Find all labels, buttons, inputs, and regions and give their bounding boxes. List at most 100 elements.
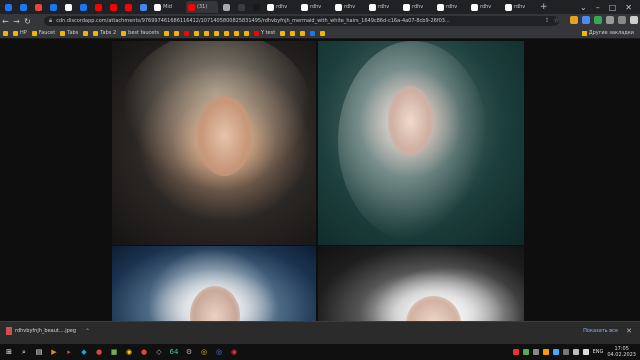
browser-tab[interactable] — [235, 1, 248, 13]
chevron-up-icon[interactable]: ⌃ — [85, 328, 90, 335]
browser-tab[interactable] — [92, 1, 105, 13]
generated-image-2[interactable] — [318, 41, 524, 245]
url-text[interactable]: cdn.discordapp.com/attachments/976997461… — [56, 18, 536, 24]
bookmark-item[interactable] — [233, 30, 239, 36]
bookmark-item[interactable] — [83, 30, 89, 36]
reload-button[interactable]: ↻ — [22, 17, 33, 26]
browser-tab[interactable] — [220, 1, 233, 13]
bookmark-item[interactable]: Tabs 2 — [93, 30, 116, 36]
clock[interactable]: 17:05 04.02.2023 — [607, 346, 636, 358]
extension-icon[interactable] — [606, 16, 614, 24]
tray-icon[interactable] — [512, 349, 519, 355]
extension-icon[interactable] — [594, 16, 602, 24]
extension-icon[interactable] — [630, 16, 638, 24]
back-button[interactable]: ← — [0, 17, 11, 26]
bookmark-item[interactable] — [213, 30, 219, 36]
taskbar-app-icon[interactable]: ⊞ — [3, 346, 15, 358]
show-all-link[interactable]: Показать все — [583, 328, 618, 334]
browser-tab[interactable] — [77, 1, 90, 13]
browser-tab[interactable]: rdhv — [299, 1, 331, 13]
other-bookmarks[interactable]: Другие закладки — [581, 30, 634, 36]
language-indicator[interactable]: ENG — [593, 349, 604, 355]
bookmark-item[interactable] — [203, 30, 209, 36]
taskbar-app-icon[interactable]: ▶ — [48, 346, 60, 358]
generated-image-4[interactable] — [318, 246, 524, 321]
tray-icon[interactable] — [542, 349, 549, 355]
forward-button[interactable]: → — [11, 17, 22, 26]
bookmark-item[interactable] — [173, 30, 179, 36]
browser-tab[interactable]: rdhv — [367, 1, 399, 13]
taskbar-app-icon[interactable]: ● — [93, 346, 105, 358]
taskbar-app-icon[interactable]: 64 — [168, 346, 180, 358]
extension-icon[interactable] — [570, 16, 578, 24]
browser-tab[interactable] — [17, 1, 30, 13]
taskbar-app-icon[interactable]: ⌕ — [18, 346, 30, 358]
browser-tab[interactable] — [137, 1, 150, 13]
taskbar-app-icon[interactable]: ◆ — [78, 346, 90, 358]
bookmark-item[interactable] — [290, 30, 296, 36]
browser-tab[interactable]: rdhv — [333, 1, 365, 13]
close-download-bar-button[interactable]: ✕ — [626, 327, 632, 335]
bookmark-star-icon[interactable]: ☆ — [554, 17, 559, 24]
generated-image-3[interactable] — [112, 246, 316, 321]
browser-tab[interactable] — [47, 1, 60, 13]
taskbar-app-icon[interactable]: ◉ — [228, 346, 240, 358]
browser-tab[interactable] — [32, 1, 45, 13]
taskbar-app-icon[interactable]: ■ — [108, 346, 120, 358]
tab-search-icon[interactable]: ⌄ — [580, 3, 587, 12]
taskbar-app-icon[interactable]: ◎ — [213, 346, 225, 358]
browser-tab[interactable]: Mid — [152, 1, 184, 13]
bookmark-item[interactable] — [183, 30, 189, 36]
bookmark-item[interactable]: Faucet — [31, 30, 55, 36]
close-window-button[interactable]: ✕ — [625, 3, 632, 12]
taskbar-app-icon[interactable]: ◇ — [153, 346, 165, 358]
bookmark-item[interactable] — [223, 30, 229, 36]
taskbar-app-icon[interactable]: ▤ — [33, 346, 45, 358]
bookmark-item[interactable]: best faucets — [121, 30, 159, 36]
tray-icon[interactable] — [522, 349, 529, 355]
browser-tab[interactable]: rdhv — [401, 1, 433, 13]
browser-tab[interactable]: rdhv — [435, 1, 467, 13]
tray-icon[interactable] — [532, 349, 539, 355]
taskbar-app-icon[interactable]: ▸ — [63, 346, 75, 358]
browser-tab[interactable] — [122, 1, 135, 13]
bookmark-item[interactable] — [193, 30, 199, 36]
extension-icon[interactable] — [618, 16, 626, 24]
browser-tab[interactable]: rdhv — [469, 1, 501, 13]
tray-icon[interactable] — [572, 349, 579, 355]
bookmark-item[interactable]: Y test — [253, 30, 275, 36]
download-item[interactable]: rdhvbyfnjh_beaut....jpeg ⌃ — [6, 327, 90, 335]
bookmark-item[interactable] — [243, 30, 249, 36]
taskbar-app-icon[interactable]: ◉ — [123, 346, 135, 358]
tray-icon[interactable] — [582, 349, 589, 355]
taskbar-app-icon[interactable]: ◎ — [198, 346, 210, 358]
bookmark-item[interactable] — [3, 30, 8, 36]
browser-tab[interactable]: (31) — [186, 1, 218, 13]
maximize-button[interactable]: □ — [609, 3, 617, 12]
address-bar[interactable]: 🔒︎ cdn.discordapp.com/attachments/976997… — [44, 16, 559, 26]
browser-tab[interactable]: rdhv — [503, 1, 535, 13]
taskbar-app-icon[interactable]: ● — [138, 346, 150, 358]
bookmark-item[interactable]: Tabs — [60, 30, 78, 36]
browser-tab[interactable]: rdhv — [265, 1, 297, 13]
bookmark-item[interactable]: HP — [13, 30, 27, 36]
browser-tab[interactable] — [2, 1, 15, 13]
bookmark-item[interactable] — [163, 30, 169, 36]
minimize-button[interactable]: – — [596, 3, 600, 12]
new-tab-button[interactable]: + — [540, 2, 548, 12]
browser-tab[interactable] — [62, 1, 75, 13]
bookmark-icon — [121, 30, 127, 36]
bookmark-item[interactable] — [300, 30, 306, 36]
bookmark-item[interactable] — [280, 30, 286, 36]
tray-icon[interactable] — [562, 349, 569, 355]
tray-icon[interactable] — [552, 349, 559, 355]
generated-image-1[interactable] — [112, 41, 316, 245]
bookmark-item[interactable] — [320, 30, 326, 36]
lock-icon[interactable]: 🔒︎ — [49, 17, 52, 25]
extension-icon[interactable] — [582, 16, 590, 24]
taskbar-app-icon[interactable]: ⚙ — [183, 346, 195, 358]
browser-tab[interactable] — [250, 1, 263, 13]
share-icon[interactable]: ⇪ — [545, 17, 550, 24]
browser-tab[interactable] — [107, 1, 120, 13]
bookmark-item[interactable] — [310, 30, 316, 36]
